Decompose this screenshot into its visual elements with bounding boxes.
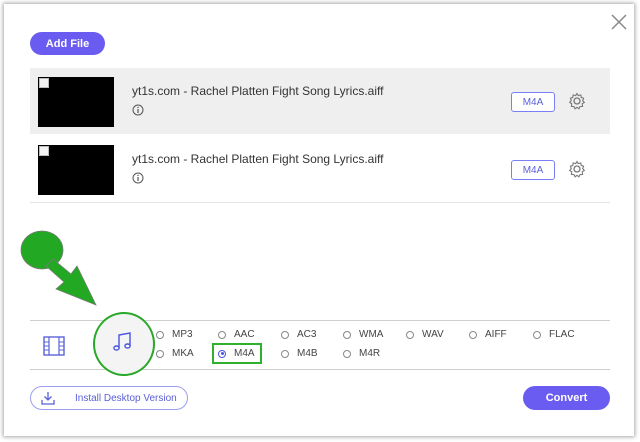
format-option-mka[interactable]: MKA — [156, 348, 194, 359]
format-option-ac3[interactable]: AC3 — [281, 329, 316, 340]
format-label: MP3 — [172, 329, 193, 340]
format-option-wma[interactable]: WMA — [343, 329, 383, 340]
format-label: AC3 — [297, 329, 317, 340]
radio-button[interactable] — [281, 330, 289, 339]
format-option-aiff[interactable]: AIFF — [469, 329, 507, 340]
format-label: WAV — [422, 329, 444, 340]
radio-button[interactable] — [533, 330, 541, 339]
format-option-flac[interactable]: FLAC — [533, 329, 575, 340]
format-option-wav[interactable]: WAV — [406, 329, 444, 340]
video-thumbnail — [38, 145, 114, 195]
format-label: FLAC — [549, 329, 575, 340]
radio-button[interactable] — [218, 330, 226, 339]
radio-button[interactable] — [281, 349, 289, 358]
info-icon[interactable] — [132, 172, 144, 184]
gear-icon[interactable] — [568, 160, 586, 178]
film-icon[interactable] — [43, 335, 65, 357]
format-label: M4A — [234, 348, 255, 359]
music-note-icon[interactable] — [110, 330, 134, 354]
radio-button[interactable] — [156, 349, 164, 358]
format-label: MKA — [172, 348, 194, 359]
format-label: AIFF — [485, 329, 507, 340]
broken-image-icon — [39, 146, 49, 156]
format-label: WMA — [359, 329, 384, 340]
format-label: AAC — [234, 329, 255, 340]
radio-button[interactable] — [156, 330, 164, 339]
format-label: M4R — [359, 348, 381, 359]
radio-button[interactable] — [343, 330, 351, 339]
output-format-badge[interactable]: M4A — [511, 160, 555, 180]
download-icon — [41, 392, 55, 405]
file-name: yt1s.com - Rachel Platten Fight Song Lyr… — [132, 84, 384, 98]
install-desktop-button[interactable]: Install Desktop Version — [30, 386, 188, 410]
file-name: yt1s.com - Rachel Platten Fight Song Lyr… — [132, 152, 384, 166]
info-icon[interactable] — [132, 104, 144, 116]
radio-button[interactable] — [406, 330, 414, 339]
format-option-m4b[interactable]: M4B — [281, 348, 318, 359]
format-option-m4r[interactable]: M4R — [343, 348, 380, 359]
close-icon[interactable] — [610, 13, 628, 31]
format-option-m4a[interactable]: M4A — [218, 348, 255, 359]
radio-button[interactable] — [469, 330, 477, 339]
file-row: yt1s.com - Rachel Platten Fight Song Lyr… — [30, 136, 610, 203]
video-thumbnail — [38, 77, 114, 127]
broken-image-icon — [39, 78, 49, 88]
gear-icon[interactable] — [568, 92, 586, 110]
radio-button[interactable] — [343, 349, 351, 358]
format-option-aac[interactable]: AAC — [218, 329, 255, 340]
format-option-mp3[interactable]: MP3 — [156, 329, 193, 340]
file-row: yt1s.com - Rachel Platten Fight Song Lyr… — [30, 68, 610, 134]
format-label: M4B — [297, 348, 318, 359]
add-file-button[interactable]: Add File — [30, 32, 105, 55]
radio-button-selected[interactable] — [218, 349, 226, 358]
install-label: Install Desktop Version — [75, 392, 177, 404]
convert-button[interactable]: Convert — [523, 386, 610, 410]
output-format-badge[interactable]: M4A — [511, 92, 555, 112]
